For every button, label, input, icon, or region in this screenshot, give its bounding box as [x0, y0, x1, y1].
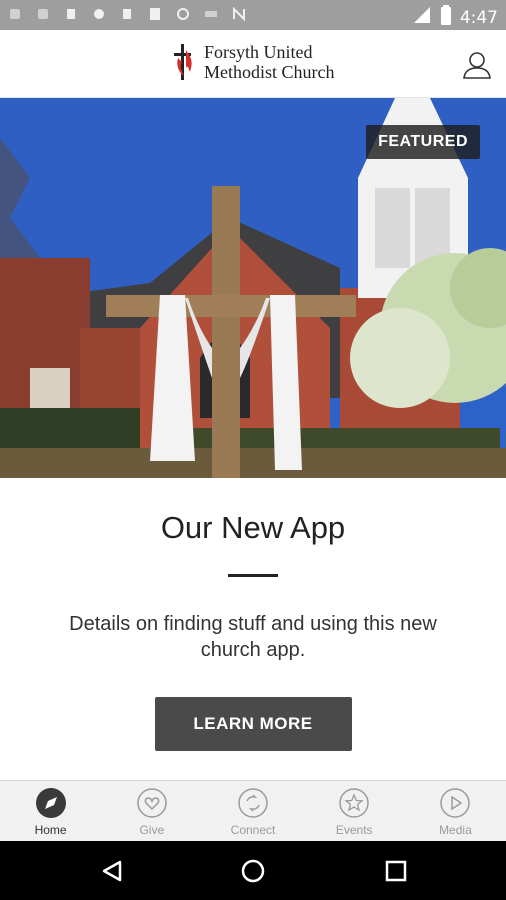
notification-icon: [92, 7, 106, 21]
home-icon[interactable]: [241, 859, 265, 883]
play-icon: [440, 788, 471, 818]
notification-icon: [120, 7, 134, 21]
logo-line-1: Forsyth United: [204, 42, 313, 62]
nav-home[interactable]: Home: [0, 781, 101, 841]
notification-icons: [8, 7, 246, 21]
nav-label-events: Events: [335, 823, 373, 837]
status-bar: 4:47: [0, 0, 506, 30]
nav-events[interactable]: Events: [304, 781, 405, 841]
notification-icon: [8, 7, 22, 21]
nav-connect[interactable]: Connect: [202, 781, 303, 841]
title-divider: [228, 574, 278, 577]
nav-label-connect: Connect: [230, 823, 276, 837]
notification-icon: [36, 7, 50, 21]
notification-icon: [232, 7, 246, 21]
hero-image[interactable]: FEATURED: [0, 98, 506, 478]
notification-icon: [148, 7, 162, 21]
heart-icon: [137, 788, 167, 818]
star-icon: [339, 788, 369, 818]
church-logo[interactable]: Forsyth United Methodist Church: [172, 42, 335, 82]
cross-flame-icon: [174, 44, 192, 80]
back-icon[interactable]: [100, 859, 124, 883]
cell-signal-icon: [412, 6, 432, 29]
nav-label-give: Give: [139, 823, 165, 837]
profile-button[interactable]: [462, 50, 492, 80]
nav-label-home: Home: [34, 823, 67, 837]
notification-icon: [204, 7, 218, 21]
page-title: Our New App: [160, 510, 346, 545]
notification-icon: [64, 7, 78, 21]
learn-more-button[interactable]: LEARN MORE: [154, 697, 352, 751]
nav-give[interactable]: Give: [101, 781, 202, 841]
bottom-nav: Home Give Connect Events Media: [0, 780, 506, 841]
nav-media[interactable]: Media: [405, 781, 506, 841]
featured-content: Our New App Details on finding stuff and…: [0, 478, 506, 780]
recents-icon[interactable]: [384, 859, 408, 883]
system-nav-bar: [0, 841, 506, 900]
status-time: 4:47: [459, 7, 498, 28]
user-icon: [463, 52, 491, 79]
battery-icon: [440, 5, 452, 30]
nav-label-media: Media: [439, 823, 472, 837]
compass-icon: [35, 788, 66, 818]
description: Details on finding stuff and using this …: [69, 613, 437, 661]
featured-badge: FEATURED: [366, 125, 480, 159]
connect-icon: [238, 788, 268, 818]
app-header: Forsyth United Methodist Church: [0, 30, 506, 98]
notification-icon: [176, 7, 190, 21]
logo-line-2: Methodist Church: [204, 62, 335, 82]
